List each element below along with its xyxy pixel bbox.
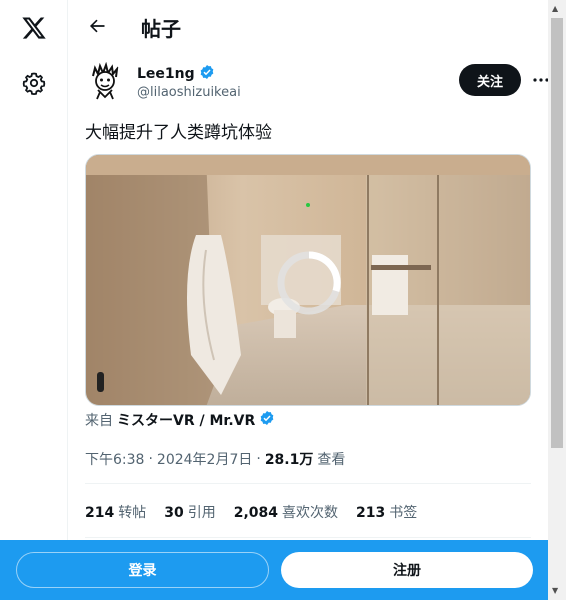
signup-button[interactable]: 注册 xyxy=(281,552,533,588)
meta-separator: · xyxy=(256,451,261,467)
stat-count: 2,084 xyxy=(233,505,279,521)
avatar[interactable] xyxy=(85,62,125,102)
via-prefix: 来自 xyxy=(85,413,113,429)
gear-icon[interactable] xyxy=(14,63,54,103)
via-app: 来自 ミスターVR / Mr.VR xyxy=(85,410,275,430)
meta-separator: · xyxy=(148,451,153,467)
login-button[interactable]: 登录 xyxy=(16,552,269,588)
name-row: Lee1ng xyxy=(137,64,215,84)
post-date[interactable]: 2024年2月7日 xyxy=(157,449,252,469)
stat-reposts[interactable]: 214 转帖 xyxy=(85,502,146,522)
follow-button[interactable]: 关注 xyxy=(459,64,521,96)
app: 帖子 Lee1ng @lilaoshizuikeai 关注 大幅提升了人类蹲坑体… xyxy=(0,0,566,600)
verified-badge-icon xyxy=(259,410,275,430)
post-author: Lee1ng @lilaoshizuikeai 关注 xyxy=(85,62,549,106)
stat-count: 214 xyxy=(85,505,115,521)
scroll-up-arrow-icon[interactable]: ▲ xyxy=(552,4,558,13)
x-logo-icon[interactable] xyxy=(14,8,54,48)
post-time[interactable]: 下午6:38 xyxy=(85,449,144,469)
divider xyxy=(85,483,531,484)
views-count: 28.1万 xyxy=(264,452,314,468)
post-media[interactable] xyxy=(85,154,531,406)
scroll-down-arrow-icon[interactable]: ▼ xyxy=(552,586,558,595)
post-text: 大幅提升了人类蹲坑体验 xyxy=(85,123,272,143)
page-title: 帖子 xyxy=(141,17,181,41)
stat-likes[interactable]: 2,084 喜欢次数 xyxy=(234,502,338,522)
display-name[interactable]: Lee1ng xyxy=(137,66,195,82)
stat-count: 30 xyxy=(164,505,184,521)
left-nav xyxy=(0,0,68,600)
stat-bookmarks[interactable]: 213 书签 xyxy=(356,502,417,522)
stat-label: 书签 xyxy=(389,505,418,521)
arrow-left-icon[interactable] xyxy=(81,10,113,42)
user-handle[interactable]: @lilaoshizuikeai xyxy=(137,85,241,100)
post-meta: 下午6:38 · 2024年2月7日 · 28.1万 查看 xyxy=(85,449,345,469)
scrollbar[interactable]: ▲ ▼ xyxy=(548,0,566,600)
stat-label: 引用 xyxy=(187,505,216,521)
stat-label: 转帖 xyxy=(118,505,147,521)
page-header: 帖子 xyxy=(69,0,548,53)
stat-quotes[interactable]: 30 引用 xyxy=(164,502,215,522)
bottom-auth-bar: 登录 注册 xyxy=(0,540,548,600)
via-name[interactable]: ミスターVR / Mr.VR xyxy=(117,410,255,430)
stat-label: 喜欢次数 xyxy=(282,505,339,521)
scroll-thumb[interactable] xyxy=(551,18,563,448)
verified-badge-icon xyxy=(199,64,215,84)
post-stats: 214 转帖 30 引用 2,084 喜欢次数 213 书签 xyxy=(85,502,417,522)
divider xyxy=(85,537,531,538)
post-column: 帖子 Lee1ng @lilaoshizuikeai 关注 大幅提升了人类蹲坑体… xyxy=(69,0,549,600)
views-label: 查看 xyxy=(317,452,346,468)
stat-count: 213 xyxy=(356,505,386,521)
